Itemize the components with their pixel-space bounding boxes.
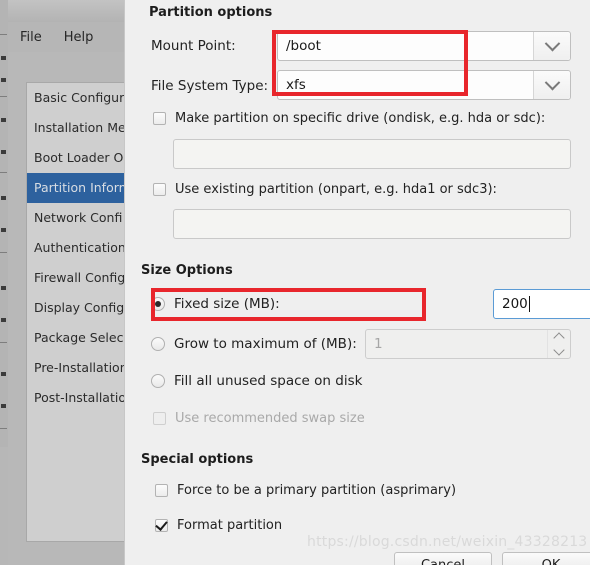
grow-to-maximum-radio-row[interactable]: Grow to maximum of (MB): [151, 336, 357, 352]
grow-to-maximum-spinbox[interactable]: 1 [365, 329, 571, 359]
partition-options-heading: Partition options [149, 5, 273, 20]
onpart-checkbox[interactable] [153, 183, 166, 196]
format-partition-label: Format partition [177, 518, 283, 533]
fixed-size-radio-row[interactable]: Fixed size (MB): [151, 296, 280, 312]
fixed-size-spinbox[interactable]: 200 [493, 289, 590, 319]
fixed-size-value-wrap: 200 [494, 290, 590, 318]
cancel-button[interactable]: Cancel [394, 552, 492, 565]
ondisk-checkbox-row[interactable]: Make partition on specific drive (ondisk… [153, 111, 545, 126]
sidebar-item-boot-loader-options[interactable]: Boot Loader Op [27, 143, 138, 173]
file-system-type-value: xfs [278, 71, 533, 99]
recommended-swap-checkbox-row: Use recommended swap size [153, 411, 365, 426]
file-system-type-combobox[interactable]: xfs [277, 70, 571, 100]
screenshot-root: File Help Basic Configura Installation M… [0, 0, 590, 565]
fixed-size-label: Fixed size (MB): [174, 296, 280, 312]
fill-all-unused-radio-row[interactable]: Fill all unused space on disk [151, 373, 362, 389]
grow-to-maximum-radio[interactable] [151, 337, 165, 351]
chevron-down-icon[interactable] [533, 32, 570, 60]
mount-point-label: Mount Point: [151, 38, 236, 54]
partition-options-dialog: Partition options Mount Point: /boot Fil… [124, 0, 590, 565]
ondisk-label: Make partition on specific drive (ondisk… [175, 111, 546, 126]
grow-to-maximum-label: Grow to maximum of (MB): [174, 336, 357, 352]
fixed-size-radio[interactable] [151, 297, 165, 311]
sidebar-item-post-installation[interactable]: Post-Installatio [27, 383, 138, 413]
sidebar-item-network-configuration[interactable]: Network Confi [27, 203, 138, 233]
asprimary-checkbox[interactable] [155, 484, 168, 497]
special-options-heading: Special options [141, 452, 254, 467]
text-caret [528, 296, 530, 312]
asprimary-label: Force to be a primary partition (asprima… [177, 483, 457, 498]
grow-to-maximum-stepper[interactable] [547, 330, 570, 358]
recommended-swap-checkbox [153, 412, 166, 425]
format-partition-checkbox[interactable] [155, 519, 168, 532]
menu-file[interactable]: File [20, 30, 42, 45]
chevron-down-icon[interactable] [533, 71, 570, 99]
sidebar-item-display-configuration[interactable]: Display Configu [27, 293, 138, 323]
menu-help[interactable]: Help [64, 30, 94, 45]
sidebar-item-partition-information[interactable]: Partition Inform [27, 173, 138, 203]
stepper-up-icon[interactable] [553, 332, 565, 344]
asprimary-checkbox-row[interactable]: Force to be a primary partition (asprima… [155, 483, 456, 498]
stepper-down-icon[interactable] [553, 344, 565, 356]
grow-to-maximum-value: 1 [374, 336, 383, 352]
ok-button[interactable]: OK [502, 552, 590, 565]
navigation-sidebar[interactable]: Basic Configura Installation Me Boot Loa… [26, 82, 138, 542]
mount-point-value: /boot [278, 32, 533, 60]
sidebar-item-basic-configuration[interactable]: Basic Configura [27, 83, 138, 113]
sidebar-item-authentication[interactable]: Authentication [27, 233, 138, 263]
fill-all-unused-radio[interactable] [151, 374, 165, 388]
format-partition-checkbox-row[interactable]: Format partition [155, 518, 282, 533]
size-options-heading: Size Options [141, 263, 233, 278]
sidebar-item-package-selection[interactable]: Package Selec [27, 323, 138, 353]
recommended-swap-label: Use recommended swap size [175, 411, 365, 426]
ondisk-input[interactable] [173, 139, 571, 169]
mount-point-combobox[interactable]: /boot [277, 31, 571, 61]
sidebar-item-firewall-configuration[interactable]: Firewall Config [27, 263, 138, 293]
onpart-label: Use existing partition (onpart, e.g. hda… [175, 182, 497, 197]
onpart-checkbox-row[interactable]: Use existing partition (onpart, e.g. hda… [153, 182, 497, 197]
onpart-input[interactable] [173, 209, 571, 239]
sidebar-item-installation-method[interactable]: Installation Me [27, 113, 138, 143]
fixed-size-value: 200 [502, 296, 528, 312]
file-system-type-label: File System Type: [151, 78, 269, 94]
ondisk-checkbox[interactable] [153, 112, 166, 125]
sidebar-item-pre-installation[interactable]: Pre-Installation [27, 353, 138, 383]
fill-all-unused-label: Fill all unused space on disk [174, 373, 363, 389]
